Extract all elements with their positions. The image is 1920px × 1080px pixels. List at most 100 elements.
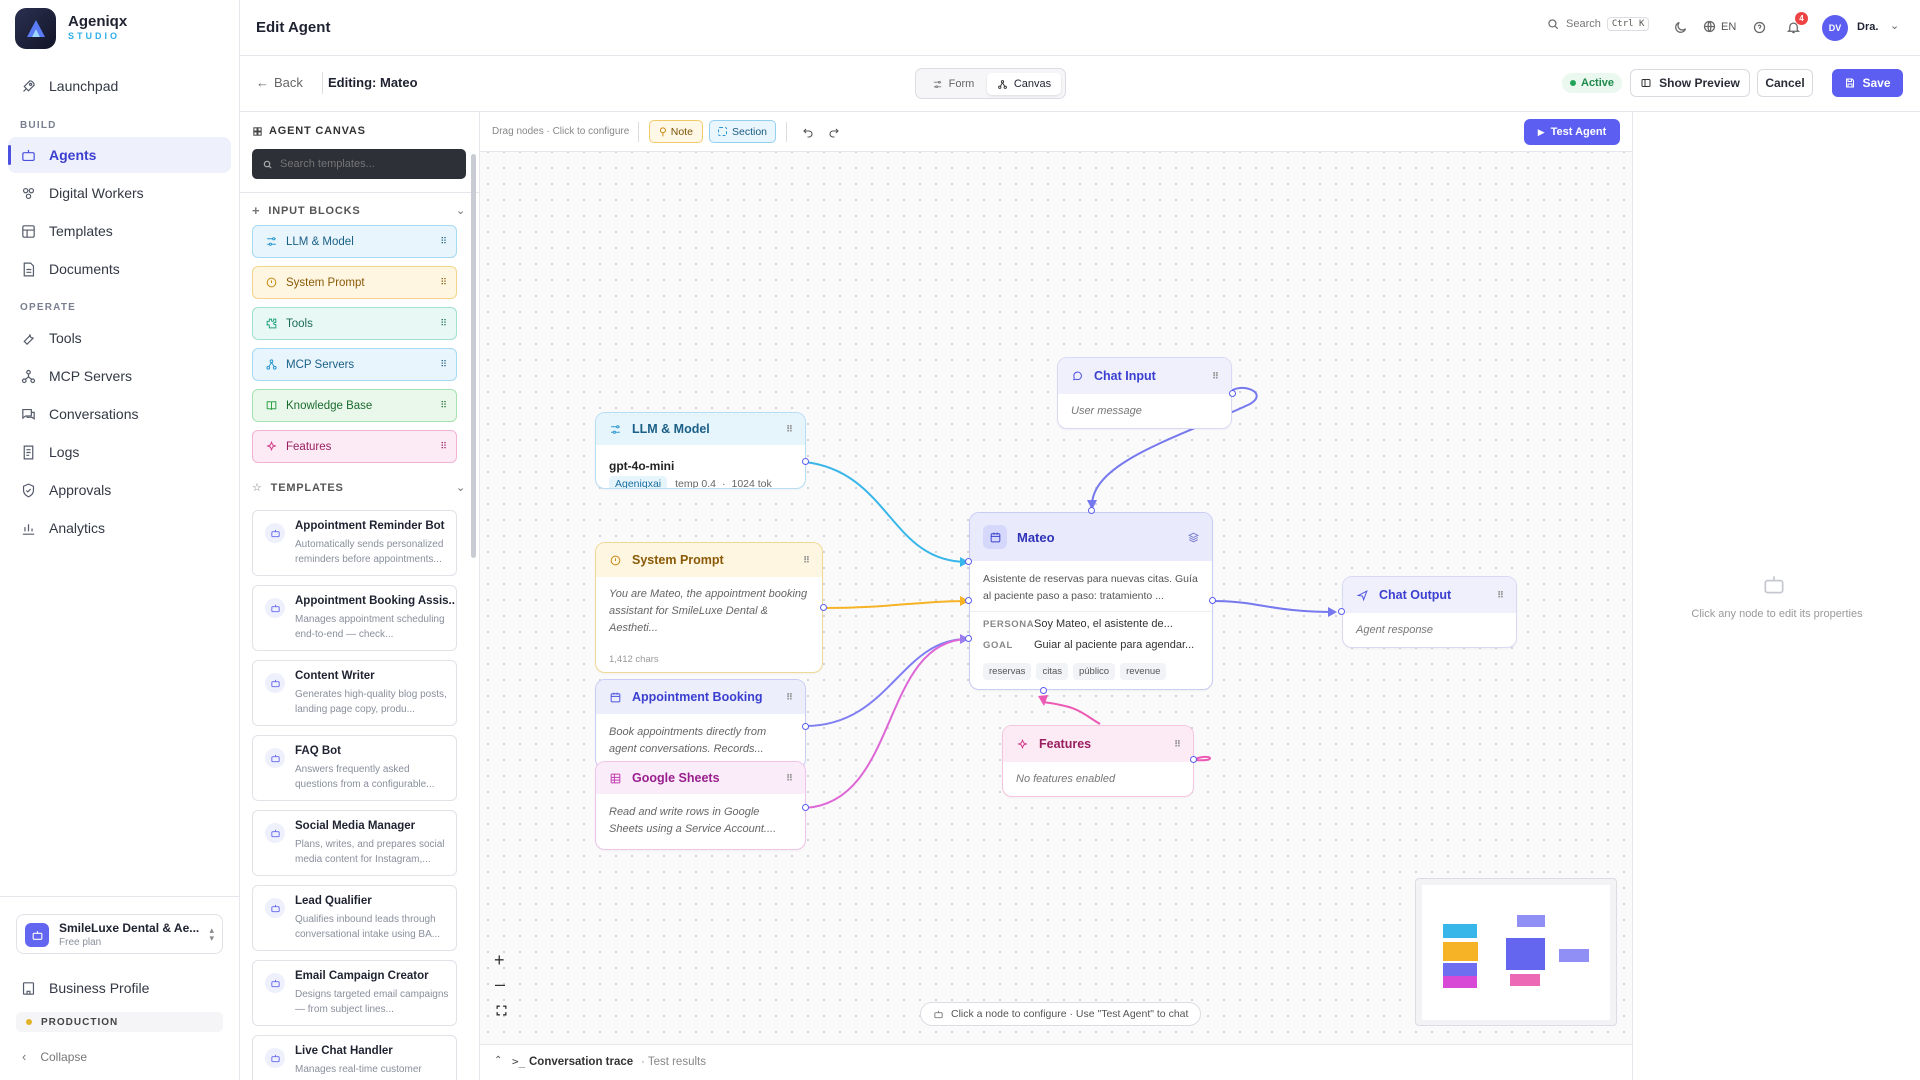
drag-handle-icon[interactable]: ⠿ <box>1174 739 1181 750</box>
input-port[interactable] <box>1338 608 1345 615</box>
template-card[interactable]: Email Campaign Creator Designs targeted e… <box>252 960 457 1026</box>
view-canvas-button[interactable]: Canvas <box>987 73 1061 95</box>
chevron-down-icon[interactable]: ⌄ <box>1890 19 1899 32</box>
nav-mcp-servers[interactable]: MCP Servers <box>8 358 231 394</box>
drag-handle-icon[interactable]: ⠿ <box>803 555 810 566</box>
moon-icon[interactable] <box>1673 20 1688 35</box>
nav-label: Logs <box>49 444 80 460</box>
workspace-switcher[interactable]: SmileLuxe Dental & Ae... Free plan ▴ ▾ <box>16 914 223 954</box>
nav-analytics[interactable]: Analytics <box>8 510 231 546</box>
app-logo[interactable] <box>15 8 56 49</box>
node-system-prompt[interactable]: System Prompt ⠿ You are Mateo, the appoin… <box>595 542 823 673</box>
add-section-button[interactable]: Section <box>709 120 776 143</box>
output-port[interactable] <box>802 804 809 811</box>
collapse-button[interactable]: ‹ Collapse <box>22 1049 87 1064</box>
nav-templates[interactable]: Templates <box>8 213 231 249</box>
drag-handle-icon[interactable]: ⠿ <box>786 692 793 703</box>
zoom-out-button[interactable]: – <box>495 974 505 995</box>
node-chat-input[interactable]: Chat Input ⠿ User message <box>1057 357 1232 429</box>
node-chat-output[interactable]: Chat Output ⠿ Agent response <box>1342 576 1517 648</box>
nav-logs[interactable]: Logs <box>8 434 231 470</box>
nav-digital-workers[interactable]: Digital Workers <box>8 175 231 211</box>
user-name[interactable]: Dra. <box>1857 21 1878 33</box>
template-card[interactable]: Lead Qualifier Qualifies inbound leads th… <box>252 885 457 951</box>
layers-icon[interactable] <box>1187 531 1200 544</box>
drag-handle-icon[interactable]: ⠿ <box>440 359 447 370</box>
search-button[interactable]: Search Ctrl K <box>1546 17 1650 31</box>
view-form-button[interactable]: Form <box>921 73 985 95</box>
block-knowledge-base[interactable]: Knowledge Base ⠿ <box>252 389 457 422</box>
minimap[interactable] <box>1415 878 1617 1026</box>
save-button[interactable]: Save <box>1832 69 1903 97</box>
input-port[interactable] <box>965 635 972 642</box>
input-port[interactable] <box>965 597 972 604</box>
nav-label: MCP Servers <box>49 368 132 384</box>
agent-description: Asistente de reservas para nuevas citas.… <box>983 573 1198 602</box>
template-card[interactable]: Content Writer Generates high-quality blo… <box>252 660 457 726</box>
node-agent-mateo[interactable]: Mateo Asistente de reservas para nuevas … <box>969 512 1213 690</box>
node-google-sheets[interactable]: Google Sheets ⠿ Read and write rows in Go… <box>595 761 806 850</box>
block-tools[interactable]: Tools ⠿ <box>252 307 457 340</box>
drag-handle-icon[interactable]: ⠿ <box>1212 371 1219 382</box>
template-description: Designs targeted email campaigns — from … <box>295 989 449 1015</box>
redo-icon[interactable] <box>828 126 840 138</box>
scrollbar-thumb[interactable] <box>471 154 476 558</box>
show-preview-button[interactable]: Show Preview <box>1630 69 1750 97</box>
drag-handle-icon[interactable]: ⠿ <box>1497 590 1504 601</box>
notifications-button[interactable]: 4 <box>1786 12 1808 40</box>
drag-handle-icon[interactable]: ⠿ <box>440 277 447 288</box>
undo-icon[interactable] <box>802 126 814 138</box>
nav-approvals[interactable]: Approvals <box>8 472 231 508</box>
template-card[interactable]: Appointment Booking Assis... Manages appo… <box>252 585 457 651</box>
block-llm-model[interactable]: LLM & Model ⠿ <box>252 225 457 258</box>
input-blocks-header[interactable]: + INPUT BLOCKS ⌄ <box>252 203 466 218</box>
block-mcp-servers[interactable]: MCP Servers ⠿ <box>252 348 457 381</box>
nav-documents[interactable]: Documents <box>8 251 231 287</box>
output-port[interactable] <box>1209 597 1216 604</box>
node-appointment-booking[interactable]: Appointment Booking ⠿ Book appointments d… <box>595 679 806 769</box>
add-note-button[interactable]: ⚲ Note <box>649 120 703 143</box>
output-port[interactable] <box>802 723 809 730</box>
nav-launchpad[interactable]: Launchpad <box>8 68 231 104</box>
output-port[interactable] <box>820 604 827 611</box>
template-card[interactable]: Live Chat Handler Manages real-time custo… <box>252 1035 457 1080</box>
template-card[interactable]: Appointment Reminder Bot Automatically se… <box>252 510 457 576</box>
conversation-trace-bar[interactable]: ⌃ >_ Conversation trace · Test results <box>480 1044 1632 1080</box>
zoom-in-button[interactable]: + <box>494 950 505 971</box>
tag: revenue <box>1120 663 1167 680</box>
drag-handle-icon[interactable]: ⠿ <box>440 400 447 411</box>
output-port[interactable] <box>1229 390 1236 397</box>
drag-handle-icon[interactable]: ⠿ <box>440 236 447 247</box>
agent-canvas[interactable]: LLM & Model ⠿ gpt-4o-mini Ageniqxai temp … <box>480 112 1632 1044</box>
templates-header[interactable]: ☆ TEMPLATES ⌄ <box>252 481 466 495</box>
drag-handle-icon[interactable]: ⠿ <box>440 318 447 329</box>
nav-business-profile[interactable]: Business Profile <box>8 970 231 1006</box>
input-port[interactable] <box>1040 687 1047 694</box>
node-features[interactable]: Features ⠿ No features enabled <box>1002 725 1194 797</box>
output-port[interactable] <box>802 458 809 465</box>
input-port[interactable] <box>1088 507 1095 514</box>
back-button[interactable]: ← Back <box>256 75 303 90</box>
nav-agents[interactable]: Agents <box>8 137 231 173</box>
nav-tools[interactable]: Tools <box>8 320 231 356</box>
drag-handle-icon[interactable]: ⠿ <box>786 773 793 784</box>
template-card[interactable]: Social Media Manager Plans, writes, and p… <box>252 810 457 876</box>
block-system-prompt[interactable]: System Prompt ⠿ <box>252 266 457 299</box>
avatar[interactable]: DV <box>1822 15 1848 41</box>
test-agent-button[interactable]: ▶ Test Agent <box>1524 119 1620 145</box>
template-card[interactable]: FAQ Bot Answers frequently asked question… <box>252 735 457 801</box>
template-search-input[interactable] <box>280 158 450 170</box>
node-llm-model[interactable]: LLM & Model ⠿ gpt-4o-mini Ageniqxai temp … <box>595 412 806 489</box>
drag-handle-icon[interactable]: ⠿ <box>440 441 447 452</box>
help-icon[interactable] <box>1752 20 1767 35</box>
language-selector[interactable]: EN <box>1702 19 1736 34</box>
drag-handle-icon[interactable]: ⠿ <box>786 424 793 435</box>
nav-conversations[interactable]: Conversations <box>8 396 231 432</box>
output-port[interactable] <box>1190 756 1197 763</box>
fit-view-button[interactable] <box>495 1004 508 1022</box>
input-port[interactable] <box>965 558 972 565</box>
template-search[interactable] <box>252 149 466 179</box>
node-description: Book appointments directly from agent co… <box>609 726 767 755</box>
cancel-button[interactable]: Cancel <box>1757 69 1813 97</box>
block-features[interactable]: Features ⠿ <box>252 430 457 463</box>
